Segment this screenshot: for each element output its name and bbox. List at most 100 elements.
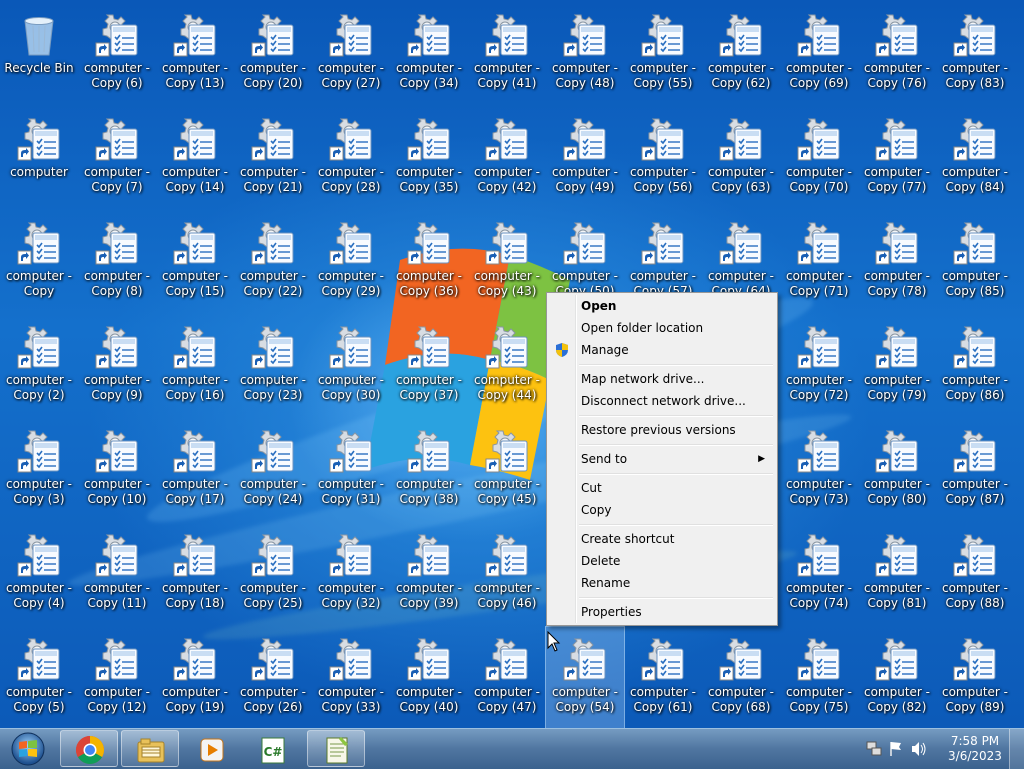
desktop-shortcut-item[interactable]: computer - Copy (84) [936,107,1014,211]
taskbar-media-player-button[interactable] [182,730,240,767]
menu-item-disconnect-network-drive[interactable]: Disconnect network drive... [549,390,775,412]
desktop-shortcut-item[interactable]: computer - Copy (26) [234,627,312,728]
desktop-shortcut-item[interactable]: computer - Copy (55) [624,3,702,107]
desktop-shortcut-item[interactable]: computer - Copy (28) [312,107,390,211]
desktop-shortcut-item[interactable]: computer - Copy (12) [78,627,156,728]
desktop-shortcut-item[interactable]: computer - Copy (24) [234,419,312,523]
desktop-shortcut-item[interactable]: computer - Copy (45) [468,419,546,523]
desktop-shortcut-item[interactable]: computer - Copy (78) [858,211,936,315]
desktop-shortcut-item[interactable]: computer - Copy (47) [468,627,546,728]
desktop-shortcut-item[interactable]: computer - Copy (74) [780,523,858,627]
desktop[interactable]: Recycle Bin computer computer - Copy com… [0,0,1024,728]
desktop-shortcut-item[interactable]: computer - Copy [0,211,78,315]
desktop-shortcut-item[interactable]: computer - Copy (77) [858,107,936,211]
desktop-shortcut-item[interactable]: computer - Copy (15) [156,211,234,315]
desktop-shortcut-item[interactable]: computer - Copy (36) [390,211,468,315]
desktop-shortcut-item[interactable]: computer - Copy (22) [234,211,312,315]
desktop-shortcut-item[interactable]: computer - Copy (86) [936,315,1014,419]
menu-item-send-to[interactable]: Send to ▶ [549,448,775,470]
desktop-shortcut-item[interactable]: computer - Copy (43) [468,211,546,315]
desktop-shortcut-item[interactable]: computer - Copy (27) [312,3,390,107]
desktop-shortcut-item[interactable]: computer - Copy (11) [78,523,156,627]
desktop-shortcut-item[interactable]: computer - Copy (20) [234,3,312,107]
desktop-shortcut-item[interactable]: computer - Copy (48) [546,3,624,107]
desktop-shortcut-item[interactable]: computer - Copy (71) [780,211,858,315]
desktop-shortcut-item[interactable]: computer - Copy (9) [78,315,156,419]
menu-item-map-network-drive[interactable]: Map network drive... [549,368,775,390]
desktop-shortcut-item[interactable]: computer - Copy (35) [390,107,468,211]
desktop-shortcut-item[interactable]: computer - Copy (56) [624,107,702,211]
desktop-shortcut-item[interactable]: computer - Copy (18) [156,523,234,627]
desktop-shortcut-item[interactable]: computer - Copy (63) [702,107,780,211]
desktop-shortcut-item[interactable]: computer - Copy (88) [936,523,1014,627]
desktop-shortcut-item[interactable]: computer - Copy (14) [156,107,234,211]
desktop-shortcut-item[interactable]: computer - Copy (87) [936,419,1014,523]
desktop-shortcut-item[interactable]: computer - Copy (73) [780,419,858,523]
desktop-shortcut-item[interactable]: computer - Copy (5) [0,627,78,728]
desktop-shortcut-item[interactable]: computer - Copy (33) [312,627,390,728]
desktop-shortcut-item[interactable]: computer - Copy (2) [0,315,78,419]
desktop-shortcut-item[interactable]: computer - Copy (70) [780,107,858,211]
menu-item-properties[interactable]: Properties [549,601,775,623]
start-button[interactable] [2,730,54,768]
desktop-shortcut-item[interactable]: computer - Copy (72) [780,315,858,419]
desktop-shortcut-item[interactable]: computer - Copy (25) [234,523,312,627]
desktop-shortcut-item[interactable]: computer - Copy (16) [156,315,234,419]
menu-item-manage[interactable]: Manage [549,339,775,361]
desktop-shortcut-item[interactable]: computer - Copy (19) [156,627,234,728]
show-desktop-button[interactable] [1009,729,1024,769]
desktop-shortcut-item[interactable]: computer - Copy (42) [468,107,546,211]
desktop-shortcut-item[interactable]: computer - Copy (3) [0,419,78,523]
desktop-shortcut-item[interactable]: computer - Copy (6) [78,3,156,107]
desktop-shortcut-item[interactable]: computer - Copy (17) [156,419,234,523]
menu-item-copy[interactable]: Copy [549,499,775,521]
desktop-shortcut-item[interactable]: computer - Copy (41) [468,3,546,107]
menu-item-open[interactable]: Open [549,295,775,317]
menu-item-cut[interactable]: Cut [549,477,775,499]
desktop-shortcut-item[interactable]: computer - Copy (30) [312,315,390,419]
desktop-shortcut-item[interactable]: computer - Copy (39) [390,523,468,627]
desktop-shortcut-item[interactable]: computer - Copy (34) [390,3,468,107]
desktop-shortcut-item[interactable]: computer - Copy (38) [390,419,468,523]
menu-item-create-shortcut[interactable]: Create shortcut [549,528,775,550]
menu-item-rename[interactable]: Rename [549,572,775,594]
desktop-shortcut-item[interactable]: computer - Copy (62) [702,3,780,107]
taskbar-notepadpp-button[interactable] [307,730,365,767]
desktop-shortcut-item[interactable]: computer - Copy (44) [468,315,546,419]
desktop-shortcut-item[interactable]: computer - Copy (82) [858,627,936,728]
taskbar-csharp-button[interactable]: C# [243,730,301,767]
desktop-shortcut-item[interactable]: computer - Copy (61) [624,627,702,728]
desktop-shortcut-item[interactable]: computer - Copy (46) [468,523,546,627]
desktop-shortcut-item[interactable]: computer - Copy (23) [234,315,312,419]
desktop-shortcut-item[interactable]: computer - Copy (32) [312,523,390,627]
desktop-shortcut-item[interactable]: computer - Copy (13) [156,3,234,107]
desktop-shortcut-item[interactable]: computer - Copy (37) [390,315,468,419]
desktop-shortcut-item[interactable]: computer - Copy (85) [936,211,1014,315]
desktop-shortcut-item[interactable]: computer - Copy (83) [936,3,1014,107]
desktop-shortcut-item[interactable]: computer - Copy (29) [312,211,390,315]
taskbar-explorer-button[interactable] [121,730,179,767]
action-center-flag-icon[interactable] [890,742,901,756]
desktop-shortcut-item[interactable]: computer - Copy (10) [78,419,156,523]
desktop-shortcut-item[interactable]: computer - Copy (79) [858,315,936,419]
desktop-shortcut-item[interactable]: computer - Copy (76) [858,3,936,107]
desktop-shortcut-item[interactable]: computer - Copy (81) [858,523,936,627]
desktop-shortcut-item[interactable]: computer - Copy (75) [780,627,858,728]
menu-item-restore-previous-versions[interactable]: Restore previous versions [549,419,775,441]
desktop-shortcut-item[interactable]: computer - Copy (21) [234,107,312,211]
clock[interactable]: 7:58 PM 3/6/2023 [940,734,1010,764]
volume-icon[interactable] [912,742,926,756]
desktop-shortcut-item[interactable]: computer - Copy (7) [78,107,156,211]
desktop-shortcut-item[interactable]: computer - Copy (8) [78,211,156,315]
desktop-shortcut-item[interactable]: computer - Copy (89) [936,627,1014,728]
desktop-shortcut-item[interactable]: computer - Copy (69) [780,3,858,107]
desktop-shortcut-item[interactable]: computer - Copy (80) [858,419,936,523]
taskbar-chrome-button[interactable] [60,730,118,767]
desktop-shortcut-item[interactable]: computer - Copy (40) [390,627,468,728]
desktop-shortcut-item[interactable]: computer - Copy (68) [702,627,780,728]
desktop-shortcut-item[interactable]: computer - Copy (4) [0,523,78,627]
network-icon[interactable] [866,741,882,756]
desktop-shortcut-item[interactable]: computer [0,107,78,211]
desktop-shortcut-item[interactable]: computer - Copy (49) [546,107,624,211]
menu-item-open-folder-location[interactable]: Open folder location [549,317,775,339]
